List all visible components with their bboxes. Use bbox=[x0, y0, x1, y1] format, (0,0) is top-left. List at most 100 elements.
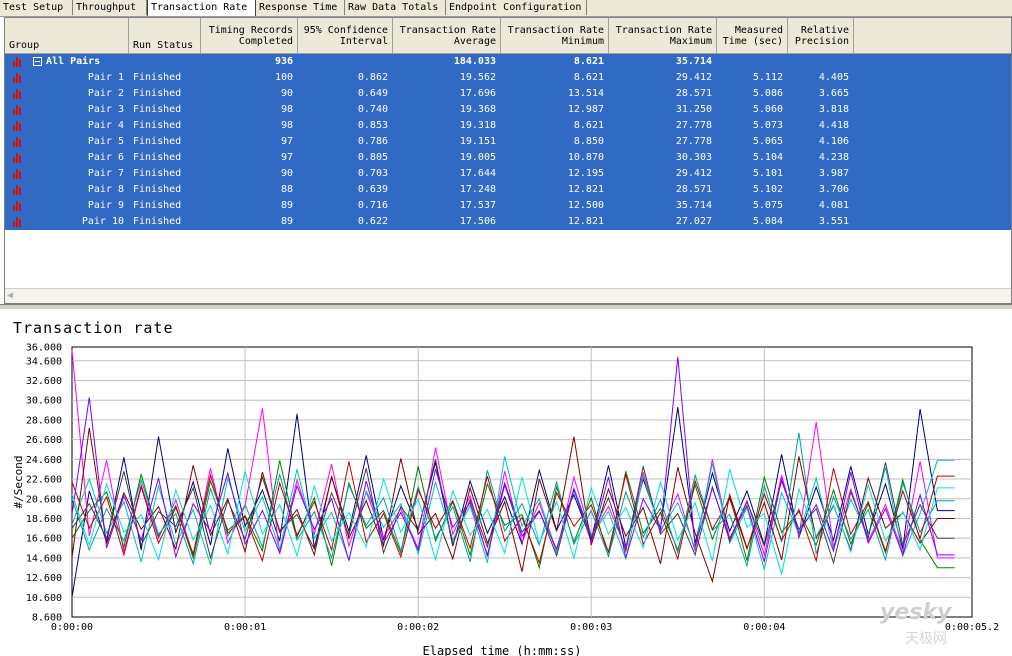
cell-pair: Pair 10 bbox=[81, 216, 124, 227]
cell-prec: 4.405 bbox=[818, 72, 849, 83]
cell-time: 5.084 bbox=[752, 216, 783, 227]
pair-icon bbox=[13, 121, 23, 131]
cell-min: 12.821 bbox=[567, 184, 604, 195]
cell-ci: 0.649 bbox=[357, 88, 388, 99]
table-row-all-pairs[interactable]: All Pairs 936 184.033 8.621 35.714 bbox=[5, 54, 1011, 70]
cell-min: 12.821 bbox=[567, 216, 604, 227]
table-row[interactable]: Pair 5 Finished 97 0.786 19.151 8.850 27.778 5.… bbox=[5, 134, 1011, 150]
cell-time: 5.060 bbox=[752, 104, 783, 115]
table-row[interactable]: Pair 10 Finished 89 0.622 17.506 12.821 27.027… bbox=[5, 214, 1011, 230]
pair-icon bbox=[13, 73, 23, 83]
cell-max: 31.250 bbox=[675, 104, 712, 115]
pane-splitter[interactable] bbox=[0, 304, 1012, 310]
pair-icon bbox=[13, 57, 23, 67]
table-row[interactable]: Pair 3 Finished 98 0.740 19.368 12.987 31.250 5… bbox=[5, 102, 1011, 118]
tab-test-setup[interactable]: Test Setup bbox=[0, 0, 73, 15]
cell-pair: Pair 4 bbox=[87, 120, 124, 131]
cell-avg: 17.696 bbox=[459, 88, 496, 99]
header-confidence-interval[interactable]: 95% Confidence Interval bbox=[298, 18, 393, 54]
table-row[interactable]: Pair 1 Finished 100 0.862 19.562 8.621 29.412 5… bbox=[5, 70, 1011, 86]
cell-pair: Pair 6 bbox=[87, 152, 124, 163]
cell-max: 29.412 bbox=[675, 72, 712, 83]
table-row[interactable]: Pair 2 Finished 90 0.649 17.696 13.514 28.571 5… bbox=[5, 86, 1011, 102]
tab-transaction-rate[interactable]: Transaction Rate bbox=[147, 0, 256, 16]
cell-ci: 0.703 bbox=[357, 168, 388, 179]
watermark-logo-subtitle: 天极网 bbox=[905, 631, 947, 647]
tab-raw-data-totals[interactable]: Raw Data Totals bbox=[345, 0, 446, 15]
cell-status: Finished bbox=[133, 104, 182, 115]
cell-timing: 936 bbox=[274, 56, 293, 67]
y-tick-label: 18.600 bbox=[26, 514, 62, 525]
header-group[interactable]: Group bbox=[5, 18, 129, 54]
header-rate-maximum[interactable]: Transaction Rate Maximum bbox=[609, 18, 717, 54]
header-timing-records[interactable]: Timing Records Completed bbox=[201, 18, 298, 54]
table-row[interactable]: Pair 4 Finished 98 0.853 19.318 8.621 27.778 5.… bbox=[5, 118, 1011, 134]
pair-icon bbox=[13, 185, 23, 195]
y-tick-label: 16.600 bbox=[26, 534, 62, 545]
watermark-logo: yesky bbox=[880, 600, 952, 625]
header-run-status[interactable]: Run Status bbox=[129, 18, 201, 54]
cell-max: 27.778 bbox=[675, 136, 712, 147]
cell-min: 12.195 bbox=[567, 168, 604, 179]
y-tick-label: 10.600 bbox=[26, 593, 62, 604]
tab-bar: Test Setup Throughput Transaction Rate R… bbox=[0, 0, 1012, 17]
cell-pair: Pair 1 bbox=[87, 72, 124, 83]
cell-max: 35.714 bbox=[675, 200, 712, 211]
x-tick-label: 0:00:04 bbox=[743, 622, 785, 633]
x-tick-label: 0:00:01 bbox=[224, 622, 266, 633]
collapse-icon[interactable] bbox=[33, 57, 42, 66]
horizontal-scrollbar[interactable]: ◀ bbox=[5, 288, 1011, 303]
cell-status: Finished bbox=[133, 216, 182, 227]
tab-throughput[interactable]: Throughput bbox=[73, 0, 147, 15]
y-tick-label: 20.600 bbox=[26, 494, 62, 505]
scroll-left-icon[interactable]: ◀ bbox=[7, 290, 13, 301]
cell-prec: 3.818 bbox=[818, 104, 849, 115]
cell-time: 5.075 bbox=[752, 200, 783, 211]
header-rate-average[interactable]: Transaction Rate Average bbox=[393, 18, 501, 54]
cell-prec: 4.238 bbox=[818, 152, 849, 163]
cell-ci: 0.862 bbox=[357, 72, 388, 83]
cell-min: 12.500 bbox=[567, 200, 604, 211]
x-tick-label: 0:00:03 bbox=[570, 622, 612, 633]
cell-min: 8.850 bbox=[573, 136, 604, 147]
table-row[interactable]: Pair 7 Finished 90 0.703 17.644 12.195 29.412 5… bbox=[5, 166, 1011, 182]
cell-min: 8.621 bbox=[573, 120, 604, 131]
results-table: Group Run Status Timing Records Completed… bbox=[4, 17, 1012, 304]
cell-status: Finished bbox=[133, 200, 182, 211]
cell-max: 27.027 bbox=[675, 216, 712, 227]
cell-min: 10.870 bbox=[567, 152, 604, 163]
cell-timing: 88 bbox=[280, 184, 293, 195]
x-tick-label: 0:00:05.2 bbox=[945, 622, 999, 633]
cell-pair: Pair 8 bbox=[87, 184, 124, 195]
cell-status: Finished bbox=[133, 184, 182, 195]
cell-timing: 98 bbox=[280, 120, 293, 131]
header-measured-time[interactable]: Measured Time (sec) bbox=[717, 18, 788, 54]
cell-group: All Pairs bbox=[46, 56, 101, 67]
table-row[interactable]: Pair 8 Finished 88 0.639 17.248 12.821 28.571 5… bbox=[5, 182, 1011, 198]
cell-ci: 0.805 bbox=[357, 152, 388, 163]
cell-prec: 3.551 bbox=[818, 216, 849, 227]
cell-time: 5.073 bbox=[752, 120, 783, 131]
cell-avg: 19.562 bbox=[459, 72, 496, 83]
pair-icon bbox=[13, 89, 23, 99]
y-tick-label: 14.600 bbox=[26, 553, 62, 564]
cell-timing: 98 bbox=[280, 104, 293, 115]
header-rate-minimum[interactable]: Transaction Rate Minimum bbox=[501, 18, 609, 54]
cell-max: 27.778 bbox=[675, 120, 712, 131]
cell-pair: Pair 2 bbox=[87, 88, 124, 99]
pair-icon bbox=[13, 169, 23, 179]
cell-status: Finished bbox=[133, 88, 182, 99]
cell-max: 29.412 bbox=[675, 168, 712, 179]
cell-avg: 17.506 bbox=[459, 216, 496, 227]
table-row[interactable]: Pair 6 Finished 97 0.805 19.005 10.870 30.303 5… bbox=[5, 150, 1011, 166]
tab-endpoint-configuration[interactable]: Endpoint Configuration bbox=[446, 0, 587, 15]
cell-min: 8.621 bbox=[573, 56, 604, 67]
tab-response-time[interactable]: Response Time bbox=[256, 0, 345, 15]
cell-prec: 4.106 bbox=[818, 136, 849, 147]
header-relative-precision[interactable]: Relative Precision bbox=[788, 18, 854, 54]
x-axis-title: Elapsed time (h:mm:ss) bbox=[423, 644, 582, 656]
y-axis-title: #/Second bbox=[12, 456, 25, 509]
cell-prec: 4.081 bbox=[818, 200, 849, 211]
pair-icon bbox=[13, 217, 23, 227]
table-row[interactable]: Pair 9 Finished 89 0.716 17.537 12.500 35.714 5… bbox=[5, 198, 1011, 214]
